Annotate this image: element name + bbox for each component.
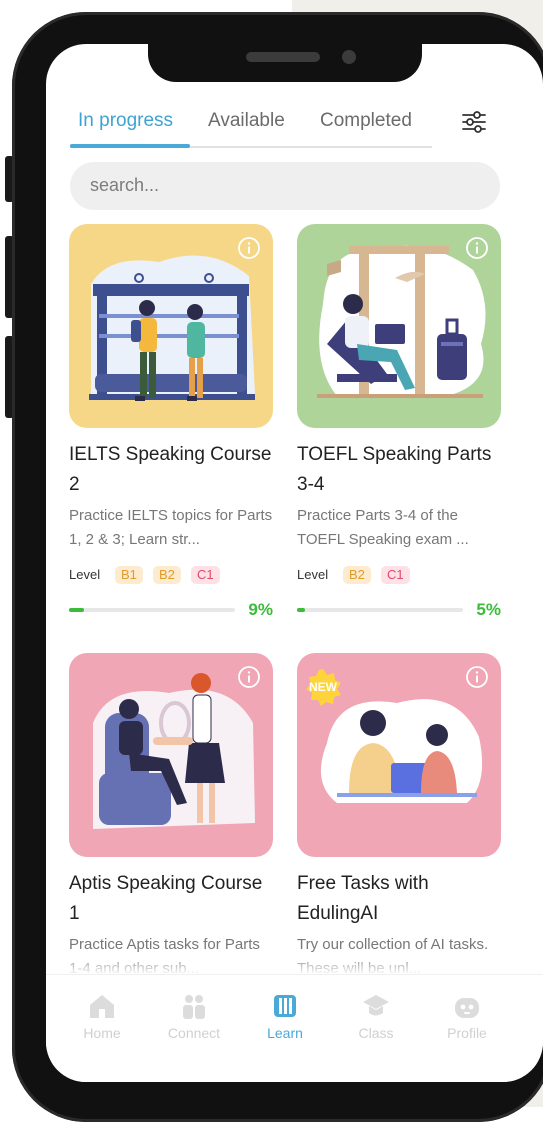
home-icon <box>90 995 114 1018</box>
search-input[interactable]: search... <box>70 162 500 210</box>
progress-percent: 9% <box>248 600 273 619</box>
course-description: Practice IELTS topics for Parts 1, 2 & 3… <box>69 507 273 548</box>
tab-in-progress[interactable]: In progress <box>78 110 173 132</box>
level-chip-b1: B1 <box>115 566 143 584</box>
nav-class[interactable]: Class <box>336 991 416 1041</box>
progress-bar <box>69 608 235 612</box>
course-thumbnail: NEW <box>297 653 501 857</box>
nav-label: Home <box>83 1025 121 1041</box>
phone-camera <box>342 50 356 64</box>
nav-profile[interactable]: Profile <box>427 991 507 1041</box>
level-chip-c1: C1 <box>191 566 220 584</box>
active-tab-indicator <box>70 144 190 148</box>
course-description: Practice Parts 3-4 of the TOEFL Speaking… <box>297 507 469 548</box>
course-thumbnail <box>297 224 501 428</box>
nav-label: Learn <box>267 1025 303 1041</box>
progress-fill <box>69 608 84 612</box>
info-icon[interactable] <box>465 665 489 689</box>
tab-available[interactable]: Available <box>208 110 285 132</box>
level-chip-c1: C1 <box>381 566 410 584</box>
progress-percent: 5% <box>476 600 501 619</box>
level-chip-b2: B2 <box>153 566 181 584</box>
new-badge-label: NEW <box>309 680 337 694</box>
nav-label: Connect <box>167 1025 221 1041</box>
info-icon[interactable] <box>465 236 489 260</box>
nav-label: Class <box>358 1025 394 1041</box>
nav-label: Profile <box>447 1025 487 1041</box>
course-title: IELTS Speaking Course 2 <box>69 444 272 495</box>
level-label: Level <box>69 567 101 582</box>
scroll-fade <box>46 954 543 974</box>
course-title: Free Tasks with EdulingAI <box>297 873 429 924</box>
info-icon[interactable] <box>237 665 261 689</box>
search-placeholder: search... <box>90 175 160 195</box>
bottom-nav: Home Connect Learn Class Profile <box>46 974 543 1082</box>
book-icon <box>274 995 296 1017</box>
course-title: TOEFL Speaking Parts 3-4 <box>297 444 492 495</box>
course-thumbnail <box>69 653 273 857</box>
graduation-cap-icon <box>363 995 389 1016</box>
filter-sliders-icon[interactable] <box>460 108 488 136</box>
nav-learn[interactable]: Learn <box>245 991 325 1041</box>
level-chip-b2: B2 <box>343 566 371 584</box>
course-title: Aptis Speaking Course 1 <box>69 873 263 924</box>
app-screen: In progress Available Completed search..… <box>46 44 543 1082</box>
nav-connect[interactable]: Connect <box>154 991 234 1041</box>
level-label: Level <box>297 567 329 582</box>
info-icon[interactable] <box>237 236 261 260</box>
tab-completed[interactable]: Completed <box>320 110 412 132</box>
progress-fill <box>297 608 306 612</box>
phone-speaker <box>246 52 320 62</box>
people-icon <box>183 995 205 1019</box>
course-thumbnail <box>69 224 273 428</box>
progress-bar <box>297 608 463 612</box>
robot-face-icon <box>455 998 479 1018</box>
nav-home[interactable]: Home <box>62 991 142 1041</box>
